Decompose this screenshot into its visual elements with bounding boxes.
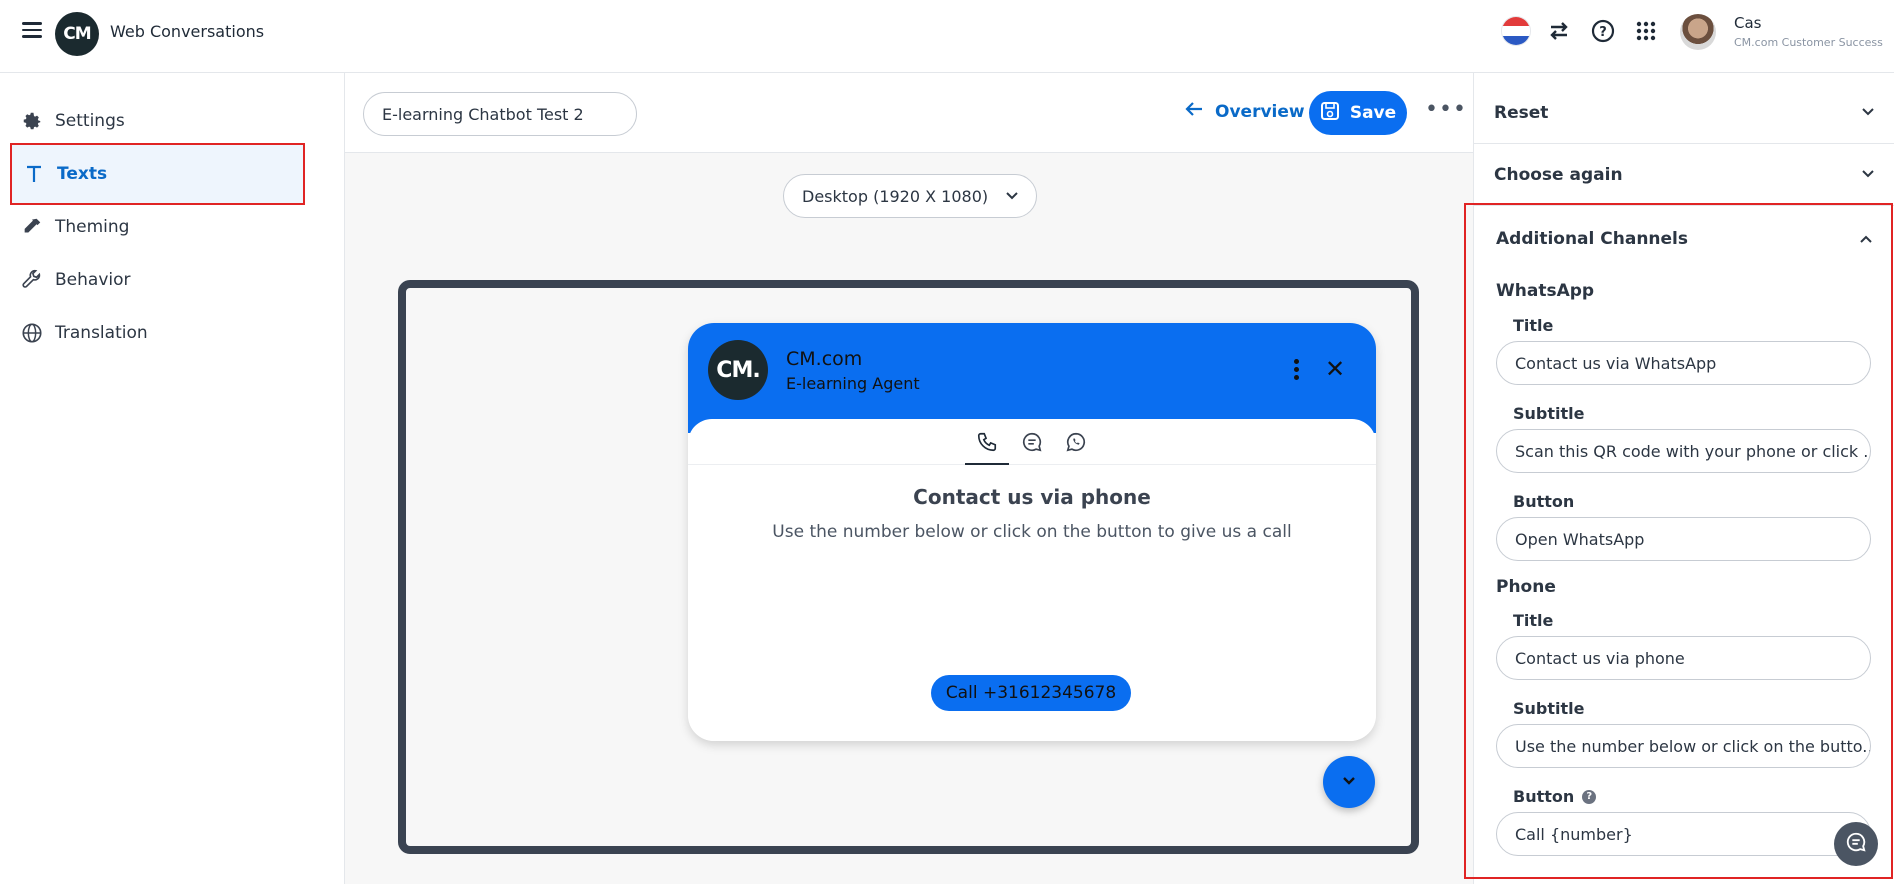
field-label: Subtitle [1513, 699, 1585, 718]
widget-name-input[interactable]: E-learning Chatbot Test 2 [363, 92, 637, 136]
support-chat-button[interactable] [1834, 822, 1878, 866]
whatsapp-icon [1065, 431, 1087, 458]
editor-header: E-learning Chatbot Test 2 Overview Save … [345, 73, 1473, 153]
field-label-text: Button [1513, 787, 1575, 806]
widget-header: CM. CM.com E-learning Agent ✕ [688, 323, 1376, 433]
chat-icon [1845, 831, 1867, 858]
chevron-down-icon [1004, 187, 1020, 207]
widget-content-title: Contact us via phone [913, 485, 1151, 509]
accordion-choose-again[interactable]: Choose again [1474, 144, 1894, 206]
field-label: Title [1513, 611, 1554, 630]
sidebar-item-label: Behavior [55, 270, 131, 290]
field-label: Title [1513, 316, 1554, 335]
app-title: Web Conversations [110, 22, 265, 41]
help-icon[interactable]: ? [1591, 19, 1615, 43]
sidebar-item-label: Texts [57, 164, 108, 184]
field-label: Subtitle [1513, 404, 1585, 423]
whatsapp-title-input[interactable]: Contact us via WhatsApp [1496, 341, 1871, 385]
additional-channels-section: Additional Channels WhatsApp Title Conta… [1464, 203, 1893, 879]
sidebar-item-label: Settings [55, 111, 125, 131]
widget-toggle-button[interactable] [1323, 756, 1375, 808]
widget-logo: CM. [708, 340, 768, 400]
left-sidebar: Settings Texts Theming Behavior Translat… [0, 73, 345, 884]
gear-icon [21, 110, 43, 132]
section-title[interactable]: Additional Channels [1496, 229, 1688, 249]
cm-logo[interactable]: CM [55, 12, 99, 56]
channel-tabs [688, 419, 1376, 465]
save-icon [1320, 101, 1340, 126]
chevron-up-icon[interactable] [1857, 230, 1875, 253]
accordion-label: Choose again [1494, 164, 1623, 185]
widget-menu-icon[interactable] [1294, 359, 1300, 383]
overview-label: Overview [1215, 101, 1305, 122]
eyedropper-icon [21, 216, 43, 238]
top-bar: CM Web Conversations ? Cas CM.com Custom… [0, 0, 1894, 73]
apps-grid-icon[interactable] [1634, 19, 1658, 43]
chevron-down-icon [1340, 771, 1358, 794]
sidebar-item-label: Translation [55, 323, 148, 343]
help-icon[interactable]: ? [1582, 789, 1597, 804]
close-icon[interactable]: ✕ [1325, 355, 1345, 383]
wrench-icon [21, 269, 43, 291]
user-role: CM.com Customer Success [1734, 36, 1883, 49]
tab-chat[interactable] [1010, 427, 1054, 465]
widget-content-subtitle: Use the number below or click on the but… [772, 522, 1292, 542]
flag-nl-icon[interactable] [1502, 17, 1530, 45]
overview-link[interactable]: Overview [1185, 101, 1305, 122]
accordion-label: Reset [1494, 102, 1549, 123]
widget-agent-name: E-learning Agent [786, 374, 920, 393]
phone-button-input[interactable]: Call {number} [1496, 812, 1871, 856]
sidebar-item-label: Theming [55, 217, 130, 237]
phone-subtitle-input[interactable]: Use the number below or click on the but… [1496, 724, 1871, 768]
globe-icon [21, 322, 43, 344]
widget-title: CM.com [786, 348, 863, 370]
phone-group-label: Phone [1496, 577, 1556, 597]
svg-text:?: ? [1599, 25, 1607, 40]
user-name: Cas [1734, 14, 1762, 32]
device-select[interactable]: Desktop (1920 X 1080) [783, 174, 1037, 218]
accordion-reset[interactable]: Reset [1474, 82, 1894, 144]
whatsapp-group-label: WhatsApp [1496, 281, 1595, 301]
right-panel: Reset Choose again Additional Channels W… [1464, 73, 1894, 884]
arrow-left-icon [1185, 101, 1203, 122]
chat-widget-preview: CM. CM.com E-learning Agent ✕ Contact us… [688, 323, 1376, 741]
sidebar-item-translation[interactable]: Translation [10, 302, 305, 364]
call-button[interactable]: Call +31612345678 [931, 675, 1131, 711]
main-area: E-learning Chatbot Test 2 Overview Save … [345, 73, 1473, 884]
tab-phone[interactable] [965, 427, 1009, 465]
phone-icon [976, 431, 998, 458]
widget-body: Contact us via phone Use the number belo… [688, 419, 1376, 741]
text-icon [23, 163, 45, 185]
chat-icon [1021, 431, 1043, 458]
save-label: Save [1349, 103, 1397, 123]
whatsapp-subtitle-input[interactable]: Scan this QR code with your phone or cli… [1496, 429, 1871, 473]
whatsapp-button-input[interactable]: Open WhatsApp [1496, 517, 1871, 561]
avatar[interactable] [1680, 14, 1716, 50]
save-button[interactable]: Save [1309, 91, 1407, 135]
switch-arrows-icon[interactable] [1547, 19, 1571, 43]
menu-icon[interactable] [22, 22, 42, 40]
chevron-down-icon [1859, 103, 1877, 126]
field-label: Button [1513, 492, 1575, 511]
phone-title-input[interactable]: Contact us via phone [1496, 636, 1871, 680]
tab-whatsapp[interactable] [1054, 427, 1098, 465]
device-value: Desktop (1920 X 1080) [802, 186, 989, 206]
field-label-with-help: Button ? [1513, 787, 1597, 806]
device-preview-frame: CM. CM.com E-learning Agent ✕ Contact us… [398, 280, 1419, 854]
chevron-down-icon [1859, 165, 1877, 188]
more-options-icon[interactable]: ••• [1425, 97, 1467, 122]
